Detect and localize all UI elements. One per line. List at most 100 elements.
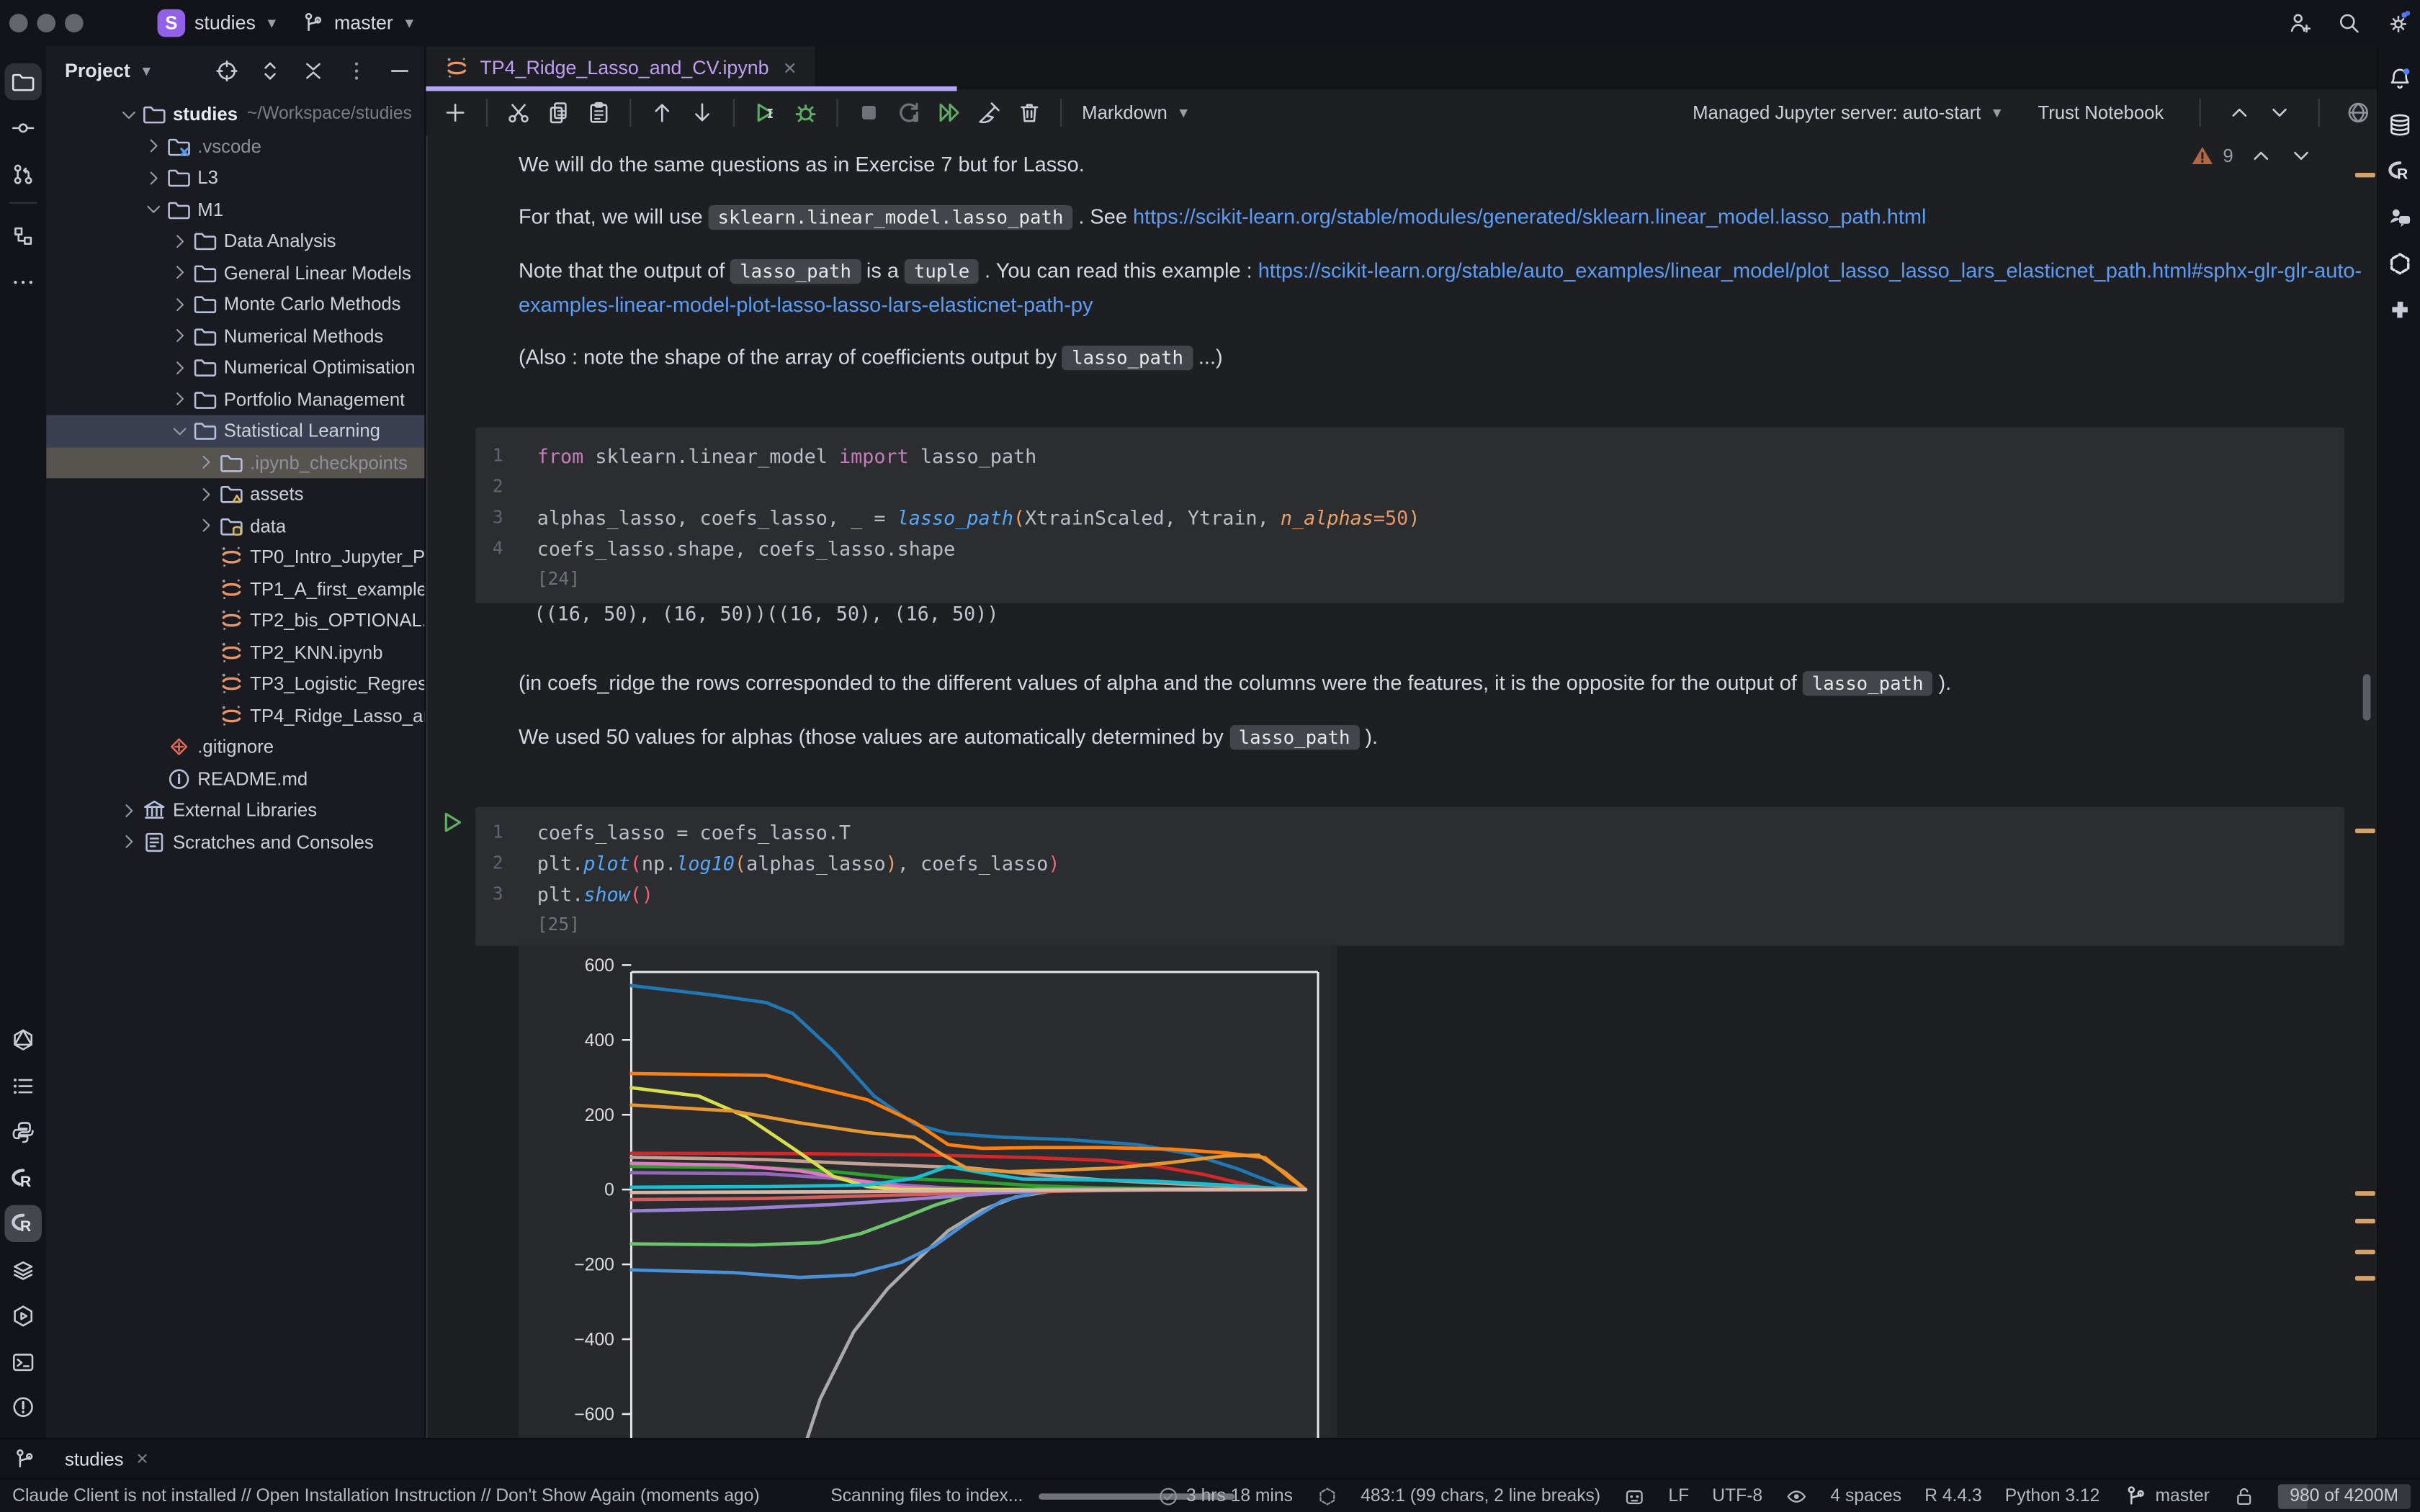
pull-request-icon[interactable]: [4, 156, 41, 192]
traffic-light-minimize[interactable]: [37, 14, 55, 32]
chevron-right-icon[interactable]: [169, 326, 192, 346]
chevron-down-icon[interactable]: ▼: [140, 63, 153, 78]
terminal-icon[interactable]: [4, 1344, 41, 1380]
tree-item-general-linear-models[interactable]: General Linear Models: [46, 257, 424, 289]
warning-stripe-mark[interactable]: [2355, 173, 2375, 177]
status-4-spaces[interactable]: 4 spaces: [1830, 1488, 1901, 1506]
tree-item-numerical-methods[interactable]: Numerical Methods: [46, 320, 424, 352]
structure-icon[interactable]: [4, 217, 41, 254]
debug-cell-icon[interactable]: [787, 94, 824, 131]
tree-item-tp1-a-first-example-ipynb[interactable]: TP1_A_first_example.ipynb: [46, 573, 424, 605]
bell-icon[interactable]: [2381, 60, 2418, 97]
code-line[interactable]: 4coefs_lasso.shape, coefs_lasso.shape: [475, 532, 2344, 563]
search-icon[interactable]: [2336, 11, 2361, 35]
code-line[interactable]: 1coefs_lasso = coefs_lasso.T: [475, 816, 2344, 847]
status-python-3-12[interactable]: Python 3.12: [2005, 1488, 2100, 1506]
status-hexagon[interactable]: [1316, 1486, 1337, 1508]
tree-item-tp2-knn-ipynb[interactable]: TP2_KNN.ipynb: [46, 636, 424, 668]
folder-rail-icon[interactable]: [4, 63, 41, 100]
tree-item-portfolio-management[interactable]: Portfolio Management: [46, 384, 424, 415]
services-icon[interactable]: [4, 1297, 41, 1334]
code-line[interactable]: 3plt.show(): [475, 878, 2344, 909]
tree-item--gitignore[interactable]: .gitignore: [46, 732, 424, 763]
trash-cell-icon[interactable]: [1011, 94, 1048, 131]
git-branch-icon[interactable]: [12, 1447, 37, 1472]
chevron-right-icon[interactable]: [142, 136, 165, 156]
panel-options-icon[interactable]: [344, 58, 369, 83]
more-icon[interactable]: [4, 264, 41, 300]
status-unlock[interactable]: [2233, 1486, 2254, 1508]
warning-stripe-mark[interactable]: [2355, 1250, 2375, 1254]
graphql-icon[interactable]: [4, 1022, 41, 1058]
code-cell-1[interactable]: 1from sklearn.linear_model import lasso_…: [475, 428, 2344, 603]
chevron-right-icon[interactable]: [194, 484, 218, 504]
tree-item-assets[interactable]: assets: [46, 478, 424, 510]
status-master[interactable]: master: [2123, 1484, 2210, 1508]
cell-type-dropdown[interactable]: Markdown ▼: [1082, 102, 1191, 123]
status-robot[interactable]: [1623, 1486, 1645, 1508]
tree-item-tp3-logistic-regression-an-[interactable]: TP3_Logistic_Regression_an...: [46, 668, 424, 700]
broom-cell-icon[interactable]: [971, 94, 1008, 131]
tree-item-tp4-ridge-lasso-and-cv-ip-[interactable]: TP4_Ridge_Lasso_and_CV.ip...: [46, 700, 424, 732]
inspection-widget[interactable]: 9: [2190, 143, 2313, 168]
run-cell-icon[interactable]: [747, 94, 784, 131]
ai-chat-icon[interactable]: [2381, 199, 2418, 235]
tree-item-statistical-learning[interactable]: Statistical Learning: [46, 415, 424, 446]
chevron-right-icon[interactable]: [142, 168, 165, 188]
tree-item-data-analysis[interactable]: Data Analysis: [46, 225, 424, 257]
problems-icon[interactable]: [4, 1389, 41, 1426]
r-logo-icon[interactable]: R: [2381, 153, 2418, 189]
chevron-right-icon[interactable]: [169, 231, 192, 251]
prev-cell-icon[interactable]: [2227, 100, 2251, 125]
chevron-right-icon[interactable]: [169, 263, 192, 283]
tree-item--ipynb-checkpoints[interactable]: .ipynb_checkpoints: [46, 446, 424, 478]
tree-item-external-libraries[interactable]: External Libraries: [46, 795, 424, 827]
project-widget[interactable]: S studies ▼: [158, 9, 279, 37]
warning-stripe-mark[interactable]: [2355, 1219, 2375, 1223]
tree-item-readme-md[interactable]: README.md: [46, 763, 424, 795]
tree-item-tp2-bis-optional-ipynb[interactable]: TP2_bis_OPTIONAL.ipynb: [46, 605, 424, 636]
tab-notebook[interactable]: TP4_Ridge_Lasso_and_CV.ipynb ✕: [426, 46, 815, 89]
code-line[interactable]: 3alphas_lasso, coefs_lasso, _ = lasso_pa…: [475, 501, 2344, 532]
traffic-light-close[interactable]: [9, 14, 28, 32]
close-icon[interactable]: ✕: [783, 58, 797, 78]
tree-item-monte-carlo-methods[interactable]: Monte Carlo Methods: [46, 289, 424, 320]
copy-cell-icon[interactable]: [540, 94, 577, 131]
r-logo-icon[interactable]: R: [4, 1205, 41, 1242]
hide-panel-icon[interactable]: [387, 58, 412, 83]
jupyter-server-dropdown[interactable]: Managed Jupyter server: auto-start ▼: [1693, 102, 2004, 123]
prev-problem-icon[interactable]: [2249, 143, 2273, 168]
warning-stripe-mark[interactable]: [2355, 1276, 2375, 1280]
status-utf-8[interactable]: UTF-8: [1712, 1488, 1762, 1506]
hex-ring-icon[interactable]: [2381, 246, 2418, 282]
commit-icon[interactable]: [4, 109, 41, 146]
code-cell-2[interactable]: 1coefs_lasso = coefs_lasso.T2plt.plot(np…: [475, 807, 2344, 946]
status-eye[interactable]: [1785, 1486, 1807, 1508]
chevron-down-icon[interactable]: [117, 104, 140, 125]
chevron-right-icon[interactable]: [169, 294, 192, 315]
notebook-editor[interactable]: We will do the same questions as in Exer…: [426, 136, 2378, 1439]
status-3-hrs-18-mins[interactable]: 3 hrs 18 mins: [1157, 1486, 1293, 1508]
chevron-right-icon[interactable]: [169, 358, 192, 378]
tree-item-numerical-optimisation[interactable]: Numerical Optimisation: [46, 352, 424, 384]
chevron-right-icon[interactable]: [194, 516, 218, 536]
code-line[interactable]: 2plt.plot(np.log10(alphas_lasso), coefs_…: [475, 847, 2344, 878]
markdown-cell-2[interactable]: (in coefs_ridge the rows corresponded to…: [519, 667, 2363, 775]
close-icon[interactable]: ✕: [136, 1451, 149, 1468]
settings-gear-icon[interactable]: [2386, 11, 2411, 35]
todo-list-icon[interactable]: [4, 1068, 41, 1104]
status-r-4-4-3[interactable]: R 4.4.3: [1924, 1488, 1981, 1506]
hyperlink[interactable]: https://scikit-learn.org/stable/modules/…: [1133, 205, 1926, 228]
plugin-icon[interactable]: [2381, 292, 2418, 328]
trust-notebook-button[interactable]: Trust Notebook: [2038, 102, 2164, 123]
browser-preview-icon[interactable]: [2346, 100, 2370, 125]
layers-icon[interactable]: [4, 1251, 41, 1288]
tree-item-m1[interactable]: M1: [46, 194, 424, 225]
chevron-down-icon[interactable]: [169, 420, 192, 441]
collapse-all-icon[interactable]: [301, 58, 326, 83]
tree-item-data[interactable]: data: [46, 510, 424, 541]
branch-widget[interactable]: master ▼: [300, 11, 416, 35]
next-cell-icon[interactable]: [2267, 100, 2292, 125]
run-cell-icon[interactable]: [440, 810, 465, 834]
cut-cell-icon[interactable]: [500, 94, 537, 131]
